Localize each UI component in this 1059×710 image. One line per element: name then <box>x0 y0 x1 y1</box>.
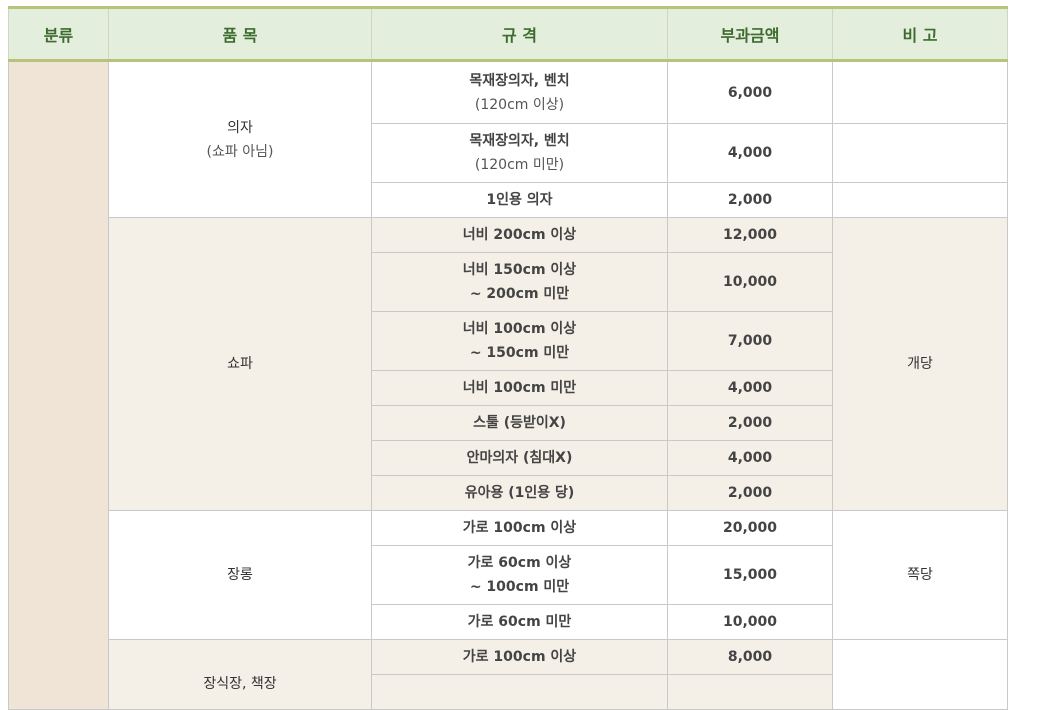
spec-cell: 너비 100cm 미만 <box>371 370 668 406</box>
header-amount: 부과금액 <box>667 6 833 62</box>
note-cell <box>832 182 1008 218</box>
amount-cell: 10,000 <box>667 252 833 312</box>
spec-cell: 가로 60cm 미만 <box>371 604 668 640</box>
amount-cell: 6,000 <box>667 60 833 124</box>
spec-cell: 목재장의자, 벤치 (120cm 미만) <box>371 123 668 183</box>
spec-cell: 목재장의자, 벤치 (120cm 이상) <box>371 60 668 124</box>
note-cell <box>832 123 1008 183</box>
note-wardrobe: 쪽당 <box>832 510 1008 640</box>
header-note: 비 고 <box>832 6 1008 62</box>
amount-cell: 10,000 <box>667 604 833 640</box>
spec-cell: 너비 200cm 이상 <box>371 217 668 253</box>
amount-cell: 12,000 <box>667 217 833 253</box>
item-shelf: 장식장, 책장 <box>108 639 372 710</box>
table-row: 의자 (쇼파 아님) 목재장의자, 벤치 (120cm 이상) 6,000 <box>8 60 1008 710</box>
table-row: 쇼파 너비 200cm 이상 12,000 개당 <box>9 217 1008 511</box>
item-sofa: 쇼파 <box>108 217 372 511</box>
amount-cell: 8,000 <box>667 639 833 675</box>
spec-cell: 유아용 (1인용 당) <box>371 475 668 511</box>
spec-cell: 가로 100cm 이상 <box>371 639 668 675</box>
header-category: 분류 <box>8 6 109 62</box>
header-row: 분류 품 목 규 격 부과금액 비 고 <box>8 6 1008 62</box>
amount-cell: 4,000 <box>667 440 833 476</box>
amount-cell: 15,000 <box>667 545 833 605</box>
amount-cell: 4,000 <box>667 123 833 183</box>
item-wardrobe: 장롱 <box>108 510 372 640</box>
item-chair: 의자 (쇼파 아님) <box>108 60 372 218</box>
amount-cell: 2,000 <box>667 405 833 441</box>
category-cell <box>8 60 109 710</box>
amount-cell: 2,000 <box>667 182 833 218</box>
spec-cell: 너비 100cm 이상 ~ 150cm 미만 <box>371 311 668 371</box>
amount-cell: 20,000 <box>667 510 833 546</box>
spec-cell: 안마의자 (침대X) <box>371 440 668 476</box>
fee-table: 분류 품 목 규 격 부과금액 비 고 의자 (쇼파 아님) 목재장의자, 벤치… <box>8 6 1008 710</box>
amount-cell <box>667 674 833 710</box>
header-item: 품 목 <box>108 6 372 62</box>
table-row: 장식장, 책장 가로 100cm 이상 8,000 <box>9 639 1008 710</box>
spec-cell: 스툴 (등받이X) <box>371 405 668 441</box>
note-sofa: 개당 <box>832 217 1008 511</box>
table-row: 장롱 가로 100cm 이상 20,000 쪽당 <box>9 510 1008 640</box>
header-spec: 규 격 <box>371 6 668 62</box>
spec-cell: 1인용 의자 <box>371 182 668 218</box>
amount-cell: 2,000 <box>667 475 833 511</box>
spec-cell: 가로 60cm 이상 ~ 100cm 미만 <box>371 545 668 605</box>
amount-cell: 7,000 <box>667 311 833 371</box>
spec-cell <box>371 674 668 710</box>
note-cell <box>832 639 1008 710</box>
spec-cell: 너비 150cm 이상 ~ 200cm 미만 <box>371 252 668 312</box>
note-cell <box>832 60 1008 124</box>
amount-cell: 4,000 <box>667 370 833 406</box>
spec-cell: 가로 100cm 이상 <box>371 510 668 546</box>
